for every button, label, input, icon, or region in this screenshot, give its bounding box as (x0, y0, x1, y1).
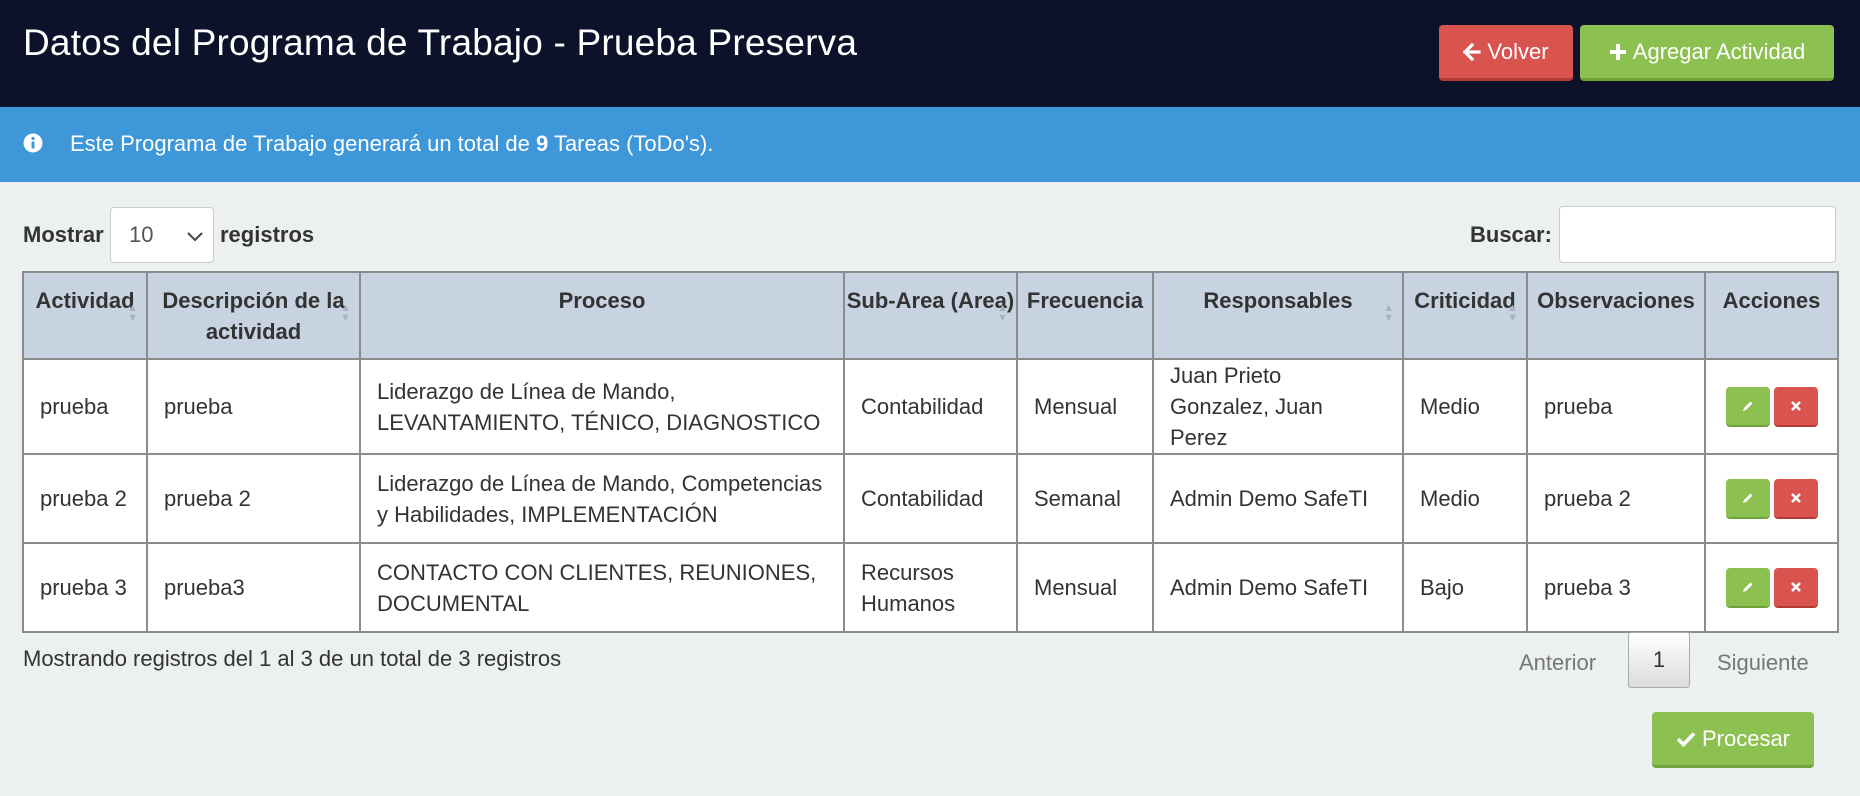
times-icon (1790, 492, 1801, 503)
page-size-select[interactable]: 10 (110, 207, 214, 263)
add-activity-button-label: Agregar Actividad (1632, 38, 1806, 64)
cell-observaciones: prueba 2 (1526, 453, 1706, 544)
pencil-icon (1742, 493, 1752, 503)
activities-table: Actividad ▲ ▼ Descripción de la actividad ▲… (22, 271, 1839, 633)
table-row: prueba prueba Liderazgo de Línea de Mand… (22, 358, 1839, 455)
info-suffix: Tareas (ToDo's). (553, 131, 714, 156)
info-message: Este Programa de Trabajo generará un tot… (70, 131, 713, 157)
info-prefix: Este Programa de Trabajo generará un tot… (70, 131, 530, 156)
cell-responsables: Admin Demo SafeTI (1152, 453, 1404, 544)
search-input[interactable] (1559, 206, 1836, 263)
times-icon (1790, 400, 1801, 411)
back-button-label: Volver (1487, 38, 1549, 64)
cell-proceso: Liderazgo de Línea de Mando, LEVANTAMIEN… (359, 358, 845, 455)
delete-button[interactable] (1773, 567, 1818, 608)
delete-button[interactable] (1773, 386, 1818, 427)
pencil-icon (1742, 401, 1752, 411)
cell-actividad: prueba (22, 358, 148, 455)
sort-icon: ▲ ▼ (1507, 302, 1518, 324)
plus-icon (1609, 43, 1627, 61)
process-button-label: Procesar (1701, 725, 1791, 751)
chevron-down-icon (185, 226, 205, 252)
column-header-actividad[interactable]: Actividad ▲ ▼ (22, 271, 148, 360)
cell-criticidad: Medio (1402, 358, 1528, 455)
column-header-observaciones[interactable]: Observaciones (1526, 271, 1706, 360)
sort-icon: ▲ ▼ (340, 302, 351, 324)
cell-acciones (1704, 542, 1839, 633)
cell-actividad: prueba 2 (22, 453, 148, 544)
table-row: prueba 3 prueba3 CONTACTO CON CLIENTES, … (22, 542, 1839, 633)
column-header-descripcion[interactable]: Descripción de la actividad ▲ ▼ (146, 271, 361, 360)
table-summary: Mostrando registros del 1 al 3 de un tot… (23, 646, 562, 671)
cell-descripcion: prueba 2 (146, 453, 361, 544)
sort-icon: ▲ ▼ (127, 302, 138, 324)
table-header-row: Actividad ▲ ▼ Descripción de la actividad ▲… (22, 271, 1839, 360)
edit-button[interactable] (1725, 478, 1770, 519)
page-header: Datos del Programa de Trabajo - Prueba P… (0, 0, 1860, 107)
info-circle-icon (23, 133, 43, 159)
cell-responsables: Admin Demo SafeTI (1152, 542, 1404, 633)
cell-subarea: Contabilidad (843, 453, 1018, 544)
sort-icon: ▲ ▼ (997, 302, 1008, 324)
page-size-value: 10 (129, 222, 154, 247)
info-alert: Este Programa de Trabajo generará un tot… (0, 107, 1860, 182)
times-icon (1790, 581, 1801, 592)
column-header-proceso[interactable]: Proceso (359, 271, 845, 360)
cell-responsables: Juan Prieto Gonzalez, Juan Perez (1152, 358, 1404, 455)
cell-observaciones: prueba (1526, 358, 1706, 455)
edit-button[interactable] (1725, 386, 1770, 427)
cell-frecuencia: Mensual (1016, 542, 1154, 633)
cell-descripcion: prueba (146, 358, 361, 455)
cell-proceso: Liderazgo de Línea de Mando, Competencia… (359, 453, 845, 544)
task-count: 9 (535, 131, 549, 156)
sort-icon: ▲ ▼ (1383, 302, 1394, 324)
next-page-button[interactable]: Siguiente (1717, 650, 1809, 676)
process-button[interactable]: Procesar (1652, 712, 1814, 768)
check-icon (1676, 730, 1696, 748)
table-row: prueba 2 prueba 2 Liderazgo de Línea de … (22, 453, 1839, 544)
cell-acciones (1704, 453, 1839, 544)
column-header-criticidad[interactable]: Criticidad ▲ ▼ (1402, 271, 1528, 360)
pencil-icon (1742, 582, 1752, 592)
delete-button[interactable] (1773, 478, 1818, 519)
cell-acciones (1704, 358, 1839, 455)
arrow-left-icon (1463, 42, 1482, 61)
edit-button[interactable] (1725, 567, 1770, 608)
column-header-responsables[interactable]: Responsables ▲ ▼ (1152, 271, 1404, 360)
column-header-subarea[interactable]: Sub-Area (Area) ▲ ▼ (843, 271, 1018, 360)
search-label: Buscar: (1470, 222, 1552, 247)
cell-observaciones: prueba 3 (1526, 542, 1706, 633)
cell-descripcion: prueba3 (146, 542, 361, 633)
cell-criticidad: Bajo (1402, 542, 1528, 633)
back-button[interactable]: Volver (1439, 25, 1573, 81)
column-header-frecuencia[interactable]: Frecuencia (1016, 271, 1154, 360)
cell-frecuencia: Semanal (1016, 453, 1154, 544)
cell-actividad: prueba 3 (22, 542, 148, 633)
cell-frecuencia: Mensual (1016, 358, 1154, 455)
page-title: Datos del Programa de Trabajo - Prueba P… (23, 22, 858, 63)
cell-proceso: CONTACTO CON CLIENTES, REUNIONES, DOCUME… (359, 542, 845, 633)
previous-page-button[interactable]: Anterior (1519, 650, 1596, 676)
records-label: registros (220, 222, 315, 247)
cell-subarea: Recursos Humanos (843, 542, 1018, 633)
add-activity-button[interactable]: Agregar Actividad (1580, 25, 1834, 81)
cell-criticidad: Medio (1402, 453, 1528, 544)
current-page-button[interactable]: 1 (1628, 632, 1690, 688)
cell-subarea: Contabilidad (843, 358, 1018, 455)
show-label: Mostrar (23, 222, 104, 247)
column-header-acciones: Acciones (1704, 271, 1839, 360)
